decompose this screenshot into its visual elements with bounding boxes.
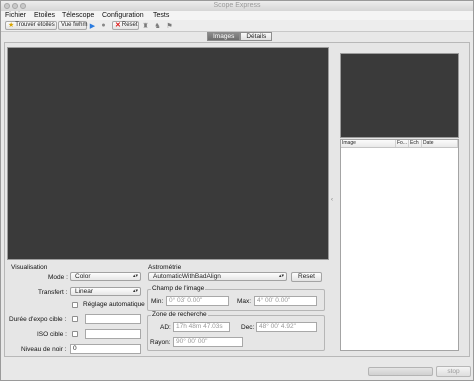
tab-images[interactable]: Images [207,32,241,41]
find-stars-label: Trouver etoiles [15,22,55,28]
view-tabs: Images Détails [207,32,273,41]
find-stars-button[interactable]: ★ Trouver etoiles [5,21,57,30]
reset-label: Reset [121,22,138,28]
astrometry-method-value: AutomaticWithBadAlign [153,273,221,280]
ad-label: AD: [160,324,171,331]
menu-fichier[interactable]: Fichier [5,11,26,20]
image-thumbnail [340,53,459,138]
astrometry-reset-button[interactable]: Reset [291,272,322,282]
iso-checkbox[interactable] [72,331,78,337]
menu-tests[interactable]: Tests [153,11,169,20]
chevron-updown-icon: ▴▾ [132,288,138,294]
menu-etoiles[interactable]: Etoiles [34,11,55,20]
star-icon: ★ [8,22,15,29]
mode-label: Mode : [48,274,68,281]
menu-bar: Fichier Etoiles Télescope Configuration … [1,11,473,20]
max-label: Max: [237,298,252,305]
champ-title: Champ de l'image [151,285,206,292]
chevron-updown-icon: ▴▾ [278,273,284,279]
play-icon[interactable]: ▶ [88,21,97,30]
dec-field[interactable]: 48° 00' 4.92" [256,322,317,332]
rayon-label: Rayon: [150,339,171,346]
astrometry-method-select[interactable]: AutomaticWithBadAlign ▴▾ [148,272,287,281]
menu-configuration[interactable]: Configuration [102,11,144,20]
transfert-value: Linear [75,288,94,295]
noir-label: Niveau de noir : [21,346,67,353]
splitter-handle[interactable]: ‹ [331,197,333,203]
app-window: Scope Express Fichier Etoiles Télescope … [0,0,474,381]
ad-field[interactable]: 17h 48m 47.03s [173,322,230,332]
fwhm-view-button[interactable]: Vue fwhm [58,21,87,30]
image-list-header: Image Fo... Ech Date [341,140,458,148]
iso-field[interactable] [85,329,141,339]
stop-button[interactable]: stop [436,366,471,377]
astrometrie-title: Astrométrie [148,264,182,271]
toolbar: ★ Trouver etoiles Vue fwhm ▶ ● ✕ Reset ♜… [1,20,473,32]
min-field[interactable]: 0° 03' 0.00" [166,296,229,306]
iso-label: ISO cible : [37,331,67,338]
column-date[interactable]: Date [422,140,458,147]
expo-checkbox[interactable] [72,316,78,322]
menu-telescope[interactable]: Télescope [62,11,94,20]
dec-label: Dec: [241,324,255,331]
expo-field[interactable] [85,314,141,324]
transfert-label: Transfert : [38,289,68,296]
noir-field[interactable]: 0 [70,344,141,354]
close-icon: ✕ [115,22,121,29]
telescope-slew-icon[interactable]: ♞ [153,21,162,30]
column-image[interactable]: Image [341,140,396,147]
max-field[interactable]: 4° 00' 0.00" [254,296,317,306]
auto-adjust-checkbox[interactable] [72,302,78,308]
mode-value: Color [75,273,91,280]
reset-button[interactable]: ✕ Reset [112,21,139,30]
fwhm-view-label: Vue fwhm [61,22,88,28]
rayon-field[interactable]: 90° 00' 00" [173,337,243,347]
tab-details[interactable]: Détails [240,32,273,41]
auto-adjust-label: Réglage automatique [83,301,145,308]
record-icon[interactable]: ● [99,21,108,30]
progress-bar [368,367,433,376]
column-focus[interactable]: Fo... [396,140,409,147]
mode-select[interactable]: Color ▴▾ [70,272,141,281]
image-list[interactable]: Image Fo... Ech Date [340,139,459,351]
expo-label: Durée d'expo cible : [9,316,67,323]
zone-title: Zone de recherche [151,311,208,318]
min-label: Min: [151,298,164,305]
telescope-icon[interactable]: ♜ [141,21,150,30]
image-viewer[interactable] [7,47,329,260]
chevron-updown-icon: ▴▾ [132,273,138,279]
window-title: Scope Express [213,2,261,9]
telescope-park-icon[interactable]: ⚑ [165,21,174,30]
visualisation-title: Visualisation [11,264,48,271]
column-ech[interactable]: Ech [409,140,422,147]
transfert-select[interactable]: Linear ▴▾ [70,287,141,296]
